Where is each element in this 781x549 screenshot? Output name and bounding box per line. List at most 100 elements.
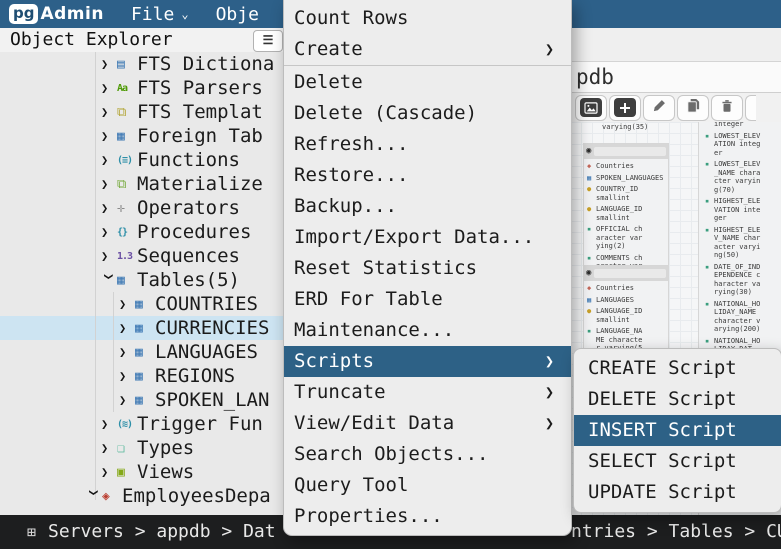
submenu-item[interactable]: INSERT Script <box>574 415 781 446</box>
chevron-right-icon[interactable]: ❯ <box>101 105 117 119</box>
chevron-right-icon[interactable]: ❯ <box>101 129 117 143</box>
chevron-right-icon[interactable]: ❯ <box>87 489 101 505</box>
erd-column-row: ● LANGUAGE_ID smallint <box>587 307 666 324</box>
erd-node-header: ◉ <box>584 266 668 281</box>
tree-node-icon: (≋) <box>117 419 137 430</box>
erd-column-row: ▪ LOWEST_ELEVATION integer <box>705 132 781 158</box>
column-type-icon: ◆ <box>587 162 596 171</box>
column-type-icon: ▪ <box>705 197 714 223</box>
column-definition: LANGUAGES <box>596 296 634 305</box>
column-type-icon: ● <box>587 307 596 324</box>
chevron-right-icon[interactable]: ❯ <box>101 153 117 167</box>
tree-node-label: Operators <box>137 197 240 219</box>
submenu-item-label: DELETE Script <box>588 388 737 410</box>
submenu-item-label: SELECT Script <box>588 450 737 472</box>
context-menu-item[interactable]: Search Objects... <box>284 439 571 470</box>
submenu-item[interactable]: UPDATE Script <box>574 477 781 508</box>
save-image-button[interactable] <box>575 95 607 121</box>
menubar-file[interactable]: File⌄ <box>131 4 189 25</box>
toolbar-button-cut[interactable] <box>745 95 756 121</box>
erd-column-row: ▦ LANGUAGES <box>587 296 666 305</box>
column-definition: integer <box>714 122 762 129</box>
context-menu-item[interactable]: Refresh... <box>284 129 571 160</box>
context-menu-item[interactable]: Count Rows <box>284 3 571 34</box>
context-menu-item-label: Delete <box>294 71 363 93</box>
chevron-right-icon[interactable]: ❯ <box>101 249 117 263</box>
column-definition: LOWEST_ELEVATION integer <box>714 132 762 158</box>
edit-table-button[interactable] <box>643 95 675 121</box>
tab-appdb[interactable]: pdb <box>570 62 781 92</box>
tree-node-icon: ▣ <box>117 465 137 480</box>
context-menu-item[interactable]: Properties... <box>284 501 571 532</box>
column-definition: HIGHEST_ELEVATION integer <box>714 197 762 223</box>
submenu-item[interactable]: CREATE Script <box>574 353 781 384</box>
chevron-right-icon[interactable]: ❯ <box>101 177 117 191</box>
submenu-item-label: CREATE Script <box>588 357 737 379</box>
delete-table-button[interactable] <box>711 95 743 121</box>
context-menu-item[interactable]: Maintenance... <box>284 315 571 346</box>
chevron-right-icon[interactable]: ❯ <box>119 297 135 311</box>
erd-column-row: ▦ SPOKEN_LANGUAGES <box>587 174 666 183</box>
context-menu-item-label: Truncate <box>294 381 386 403</box>
context-menu-item[interactable]: Delete (Cascade) <box>284 98 571 129</box>
context-menu-item-label: View/Edit Data <box>294 412 454 434</box>
pgadmin-logo: pg Admin <box>9 4 104 24</box>
tree-node-label: Foreign Tab <box>137 125 263 147</box>
database-quick-menu-button[interactable]: ☰ <box>253 30 283 52</box>
context-menu-item[interactable]: Scripts ❯ <box>284 346 571 377</box>
context-menu-item[interactable]: Query Tool <box>284 470 571 501</box>
context-menu-item[interactable]: ERD For Table <box>284 284 571 315</box>
erd-node-spoken-languages[interactable]: ◉ ◆ Countries ▦ SPOKEN_LANGUAGES ● COUNT… <box>583 143 669 285</box>
chevron-right-icon[interactable]: ❯ <box>101 225 117 239</box>
chevron-right-icon[interactable]: ❯ <box>101 465 117 479</box>
submenu-item[interactable]: SELECT Script <box>574 446 781 477</box>
erd-node-header-pill <box>594 269 666 278</box>
context-menu-item-label: Create <box>294 38 363 60</box>
add-table-button[interactable] <box>609 95 641 121</box>
chevron-right-icon[interactable]: ❯ <box>102 273 116 289</box>
column-type-icon: ● <box>587 185 596 202</box>
database-icon: ☰ <box>263 33 274 47</box>
context-menu-item[interactable]: Delete <box>284 67 571 98</box>
menubar-object[interactable]: Obje <box>216 4 259 25</box>
column-type-icon: ▪ <box>705 263 714 297</box>
chevron-right-icon[interactable]: ❯ <box>101 417 117 431</box>
eye-icon[interactable]: ◉ <box>586 147 591 156</box>
submenu-arrow-icon: ❯ <box>545 377 554 408</box>
chevron-right-icon[interactable]: ❯ <box>119 393 135 407</box>
tree-node-icon: ❏ <box>117 441 137 456</box>
clone-table-button[interactable] <box>677 95 709 121</box>
table-context-menu: Count Rows Create ❯ Delete Delete (Casca… <box>283 0 572 536</box>
context-menu-item[interactable]: Restore... <box>284 160 571 191</box>
chevron-right-icon[interactable]: ❯ <box>119 369 135 383</box>
tree-node-icon: ▦ <box>135 297 155 312</box>
tree-node-icon: ▦ <box>135 321 155 336</box>
erd-column-row: ▪ LOWEST_ELEV_NAME character varying(70) <box>705 160 781 194</box>
context-menu-item[interactable]: Backup... <box>284 191 571 222</box>
context-menu-item[interactable]: Create ❯ <box>284 34 571 66</box>
chevron-right-icon[interactable]: ❯ <box>101 57 117 71</box>
eye-icon[interactable]: ◉ <box>586 269 591 278</box>
context-menu-item-label: Import/Export Data... <box>294 226 534 248</box>
chevron-right-icon[interactable]: ❯ <box>119 345 135 359</box>
chevron-right-icon[interactable]: ❯ <box>101 81 117 95</box>
tree-node-icon: ▤ <box>117 57 137 72</box>
context-menu-item[interactable]: View/Edit Data ❯ <box>284 408 571 439</box>
submenu-arrow-icon: ❯ <box>545 34 554 65</box>
chevron-right-icon[interactable]: ❯ <box>101 201 117 215</box>
submenu-item[interactable]: DELETE Script <box>574 384 781 415</box>
context-menu-item[interactable]: Import/Export Data... <box>284 222 571 253</box>
column-type-icon: ▪ <box>705 160 714 194</box>
trash-icon <box>720 98 734 117</box>
pgadmin-logo-pg: pg <box>9 4 38 24</box>
tree-indent-guide <box>95 52 96 500</box>
column-definition: Countries <box>596 162 634 171</box>
erd-column-row: ◆ Countries <box>587 162 666 171</box>
chevron-right-icon[interactable]: ❯ <box>119 321 135 335</box>
column-definition: DATE_OF_INDEPENDENCE character varying(3… <box>714 263 762 297</box>
column-definition: OFFICIAL character varying(2) <box>596 225 644 251</box>
breadcrumb-path-right: ntries > Tables > CU <box>571 515 781 549</box>
context-menu-item[interactable]: Truncate ❯ <box>284 377 571 408</box>
context-menu-item[interactable]: Reset Statistics <box>284 253 571 284</box>
chevron-right-icon[interactable]: ❯ <box>101 441 117 455</box>
